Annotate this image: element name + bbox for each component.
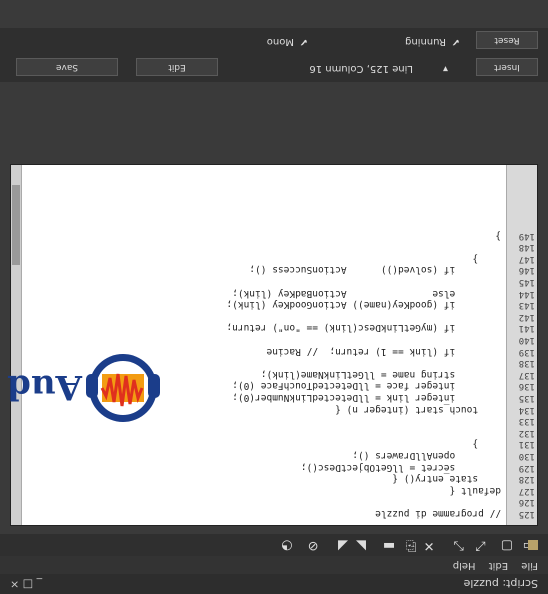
- open-icon[interactable]: ⤢: [472, 536, 490, 554]
- mono-checkbox-icon[interactable]: ✔: [300, 36, 308, 47]
- code-line: }: [495, 229, 501, 241]
- line-number: 133: [518, 416, 535, 427]
- line-number: 128: [518, 474, 535, 485]
- running-label: Running: [405, 36, 446, 47]
- code-line: secret = llGetObjectDesc();: [300, 461, 501, 473]
- code-line: if (solved()) ActionSuccess ();: [249, 264, 501, 276]
- code-line: openAllDrawers ();: [352, 450, 501, 461]
- line-number: 135: [518, 393, 535, 403]
- code-line: touch_start (integer n) {: [335, 403, 501, 415]
- window-controls[interactable]: _ □ ×: [10, 578, 42, 591]
- running-checkbox-icon[interactable]: ✔: [452, 36, 460, 47]
- compile-check-icon[interactable]: ◔: [278, 536, 296, 554]
- code-line: integer face = llDetectedTouchFace (0);: [232, 380, 501, 392]
- line-number: 140: [518, 335, 535, 345]
- line-number: 134: [518, 404, 535, 415]
- line-number: 136: [518, 381, 535, 392]
- line-number: 138: [518, 358, 535, 369]
- undo-icon[interactable]: ▬: [380, 536, 398, 554]
- cursor-position: Line 125, Column 16: [309, 63, 413, 74]
- window-title: Script: puzzle: [463, 577, 538, 590]
- audacity-logo: Aud: [0, 332, 178, 442]
- status-indicator: [528, 540, 538, 550]
- scrollbar-thumb[interactable]: [12, 185, 20, 265]
- code-line: string name = llGetLinkName(link);: [260, 368, 501, 380]
- line-number: 127: [518, 485, 535, 496]
- line-number: 126: [518, 497, 535, 508]
- toolbar: ▭ ▢ ⤢ ⤡ ✕ ⎘ ▬ ◣ ◢ ⊘ ◔: [0, 534, 548, 556]
- logo-text: Aud: [7, 367, 83, 407]
- line-number: 146: [518, 265, 535, 276]
- copy-icon[interactable]: ✕: [420, 536, 438, 554]
- line-gutter: 125 126 127 128 129 130 131 132 133 134 135 136 137 1…: [506, 165, 537, 525]
- title-bar: Script: puzzle _ □ ×: [0, 574, 548, 594]
- menu-file[interactable]: File: [521, 560, 538, 571]
- line-number: 141: [518, 323, 535, 334]
- paste-icon[interactable]: ⎘: [402, 536, 420, 554]
- redo-icon[interactable]: ◣: [352, 536, 370, 554]
- insert-dropdown[interactable]: Insert: [476, 58, 538, 76]
- save-all-icon[interactable]: ▢: [498, 536, 516, 554]
- line-number: 139: [518, 346, 535, 357]
- menu-help[interactable]: Help: [453, 560, 476, 571]
- code-line: if (myGetLinkDesc(link) == "on") return;: [226, 322, 501, 334]
- cut-icon[interactable]: ⤡: [450, 536, 468, 554]
- line-number: 149: [518, 230, 535, 241]
- line-number: 137: [518, 369, 535, 380]
- line-number: 131: [518, 439, 535, 450]
- line-number: 144: [518, 288, 535, 299]
- line-number: 129: [518, 462, 535, 473]
- line-number: 147: [518, 253, 535, 264]
- line-number: 130: [518, 451, 535, 461]
- code-line: default {: [449, 484, 501, 496]
- line-number: 132: [518, 427, 535, 438]
- edit-button[interactable]: Edit: [136, 58, 218, 76]
- menu-edit[interactable]: Edit: [489, 560, 508, 571]
- code-line: // programme di puzzle: [375, 508, 501, 519]
- save-button[interactable]: Save: [16, 58, 118, 76]
- code-line: }: [472, 252, 501, 264]
- line-number: 143: [518, 300, 535, 311]
- reset-button[interactable]: Reset: [476, 31, 538, 49]
- line-number: 142: [518, 311, 535, 322]
- code-line: if (goodKey(name)) ActionGoodKey (link);: [226, 299, 501, 311]
- code-line: if (link == 1) return; // Racine: [266, 345, 501, 357]
- line-number: 125: [518, 509, 535, 519]
- editor-controls: Insert ▾ Line 125, Column 16 Edit Save: [0, 54, 548, 82]
- menu-bar: File Edit Help: [0, 556, 548, 574]
- code-line: else ActionBadKey (link);: [232, 287, 501, 299]
- dropdown-arrow-icon[interactable]: ▾: [443, 63, 448, 74]
- line-number: 145: [518, 277, 535, 287]
- line-number: 148: [518, 242, 535, 253]
- code-line: state_entry() {: [392, 473, 501, 485]
- compile-icon[interactable]: ⊘: [304, 536, 322, 554]
- script-window: Script: puzzle _ □ × File Edit Help ▭ ▢ …: [0, 0, 548, 594]
- code-line: integer link = llDetectedLinkNumber(0);: [232, 392, 501, 403]
- search-icon[interactable]: ◢: [334, 536, 352, 554]
- run-controls: Reset ✔ Running ✔ Mono: [0, 28, 548, 54]
- mono-label: Mono: [266, 36, 294, 47]
- code-line: }: [472, 438, 501, 450]
